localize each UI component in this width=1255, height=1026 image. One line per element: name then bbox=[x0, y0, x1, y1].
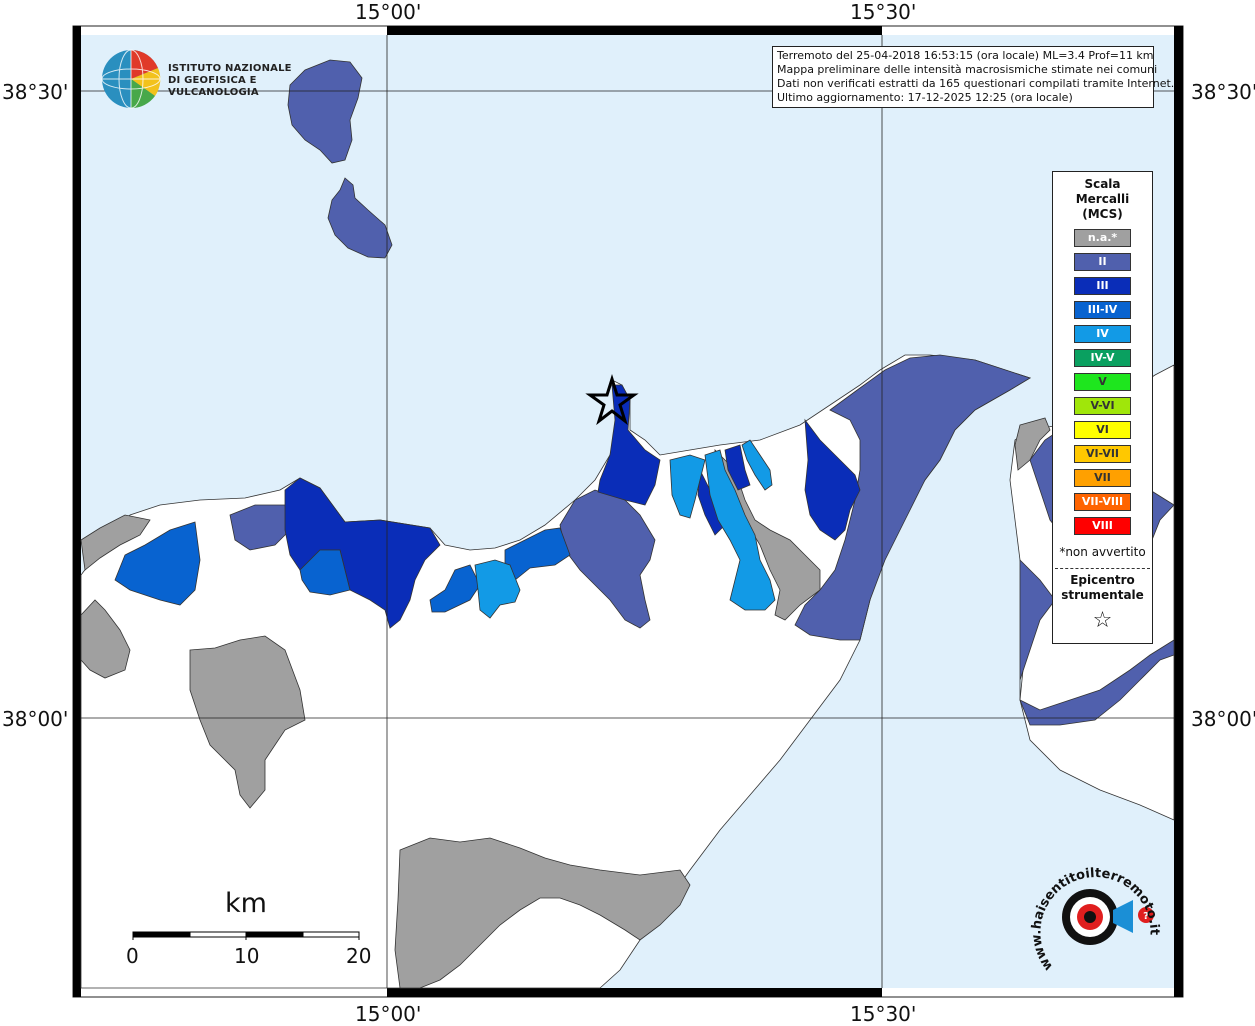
legend-title: Scala Mercalli (MCS) bbox=[1053, 177, 1152, 222]
legend-swatch-10: VII bbox=[1074, 469, 1131, 487]
scale-bar-unit: km bbox=[225, 888, 267, 919]
legend-swatch-6: V bbox=[1074, 373, 1131, 391]
legend-note: *non avvertito bbox=[1059, 545, 1146, 559]
hsit-logo: ? www.haisentitoilterremoto.it bbox=[1028, 855, 1168, 995]
ingv-globe-icon bbox=[101, 49, 161, 109]
frame-bottom-edge bbox=[387, 988, 882, 997]
legend-swatch-1: II bbox=[1074, 253, 1131, 271]
legend-swatch-11: VII-VIII bbox=[1074, 493, 1131, 511]
lat-label-right-top: 38°30' bbox=[1191, 80, 1255, 104]
legend-divider bbox=[1055, 568, 1150, 569]
lon-label-top-left: 15°00' bbox=[355, 0, 422, 24]
scale-bar-tick-0: 0 bbox=[126, 944, 139, 968]
lon-label-top-right: 15°30' bbox=[850, 0, 917, 24]
legend-epicenter-line2: strumentale bbox=[1061, 588, 1144, 602]
event-info-line4: Ultimo aggiornamento: 17-12-2025 12:25 (… bbox=[777, 91, 1073, 104]
lon-label-bottom-left: 15°00' bbox=[355, 1002, 422, 1026]
scale-bar-tick-10: 10 bbox=[234, 944, 260, 968]
lat-label-left-top: 38°30' bbox=[2, 80, 69, 104]
event-info-line3: Dati non verificati estratti da 165 ques… bbox=[777, 77, 1175, 90]
ingv-name-line1: ISTITUTO NAZIONALE bbox=[168, 63, 292, 74]
intensity-legend: Scala Mercalli (MCS) n.a.* II III III-IV IV I… bbox=[1052, 171, 1153, 644]
event-info-line1: Terremoto del 25-04-2018 16:53:15 (ora l… bbox=[777, 49, 1154, 62]
legend-swatch-4: IV bbox=[1074, 325, 1131, 343]
legend-swatch-0: n.a.* bbox=[1074, 229, 1131, 247]
scale-bar-tick-20: 20 bbox=[346, 944, 372, 968]
legend-swatch-8: VI bbox=[1074, 421, 1131, 439]
legend-swatch-7: V-VI bbox=[1074, 397, 1131, 415]
legend-epicenter-star-icon: ☆ bbox=[1092, 608, 1113, 633]
ingv-name-line2: DI GEOFISICA E VULCANOLOGIA bbox=[168, 75, 259, 98]
legend-title-line2: Mercalli bbox=[1075, 192, 1130, 206]
legend-title-line3: (MCS) bbox=[1082, 207, 1123, 221]
legend-title-line1: Scala bbox=[1084, 177, 1121, 191]
lat-label-right-bottom: 38°00' bbox=[1191, 707, 1255, 731]
event-info-box: Terremoto del 25-04-2018 16:53:15 (ora l… bbox=[772, 46, 1175, 108]
legend-swatch-3: III-IV bbox=[1074, 301, 1131, 319]
event-info-line2: Mappa preliminare delle intensità macros… bbox=[777, 63, 1158, 76]
legend-swatch-5: IV-V bbox=[1074, 349, 1131, 367]
frame-left-edge bbox=[73, 26, 81, 997]
frame-top-edge bbox=[387, 26, 882, 35]
lat-label-left-bottom: 38°00' bbox=[2, 707, 69, 731]
lon-label-bottom-right: 15°30' bbox=[850, 1002, 917, 1026]
legend-epicenter-line1: Epicentro bbox=[1070, 573, 1135, 587]
legend-swatch-12: VIII bbox=[1074, 517, 1131, 535]
ingv-logo: ISTITUTO NAZIONALE DI GEOFISICA E VULCAN… bbox=[100, 48, 330, 110]
legend-epicenter-title: Epicentro strumentale bbox=[1053, 573, 1152, 603]
legend-swatch-2: III bbox=[1074, 277, 1131, 295]
frame-right-edge bbox=[1174, 26, 1183, 997]
legend-swatch-9: VI-VII bbox=[1074, 445, 1131, 463]
